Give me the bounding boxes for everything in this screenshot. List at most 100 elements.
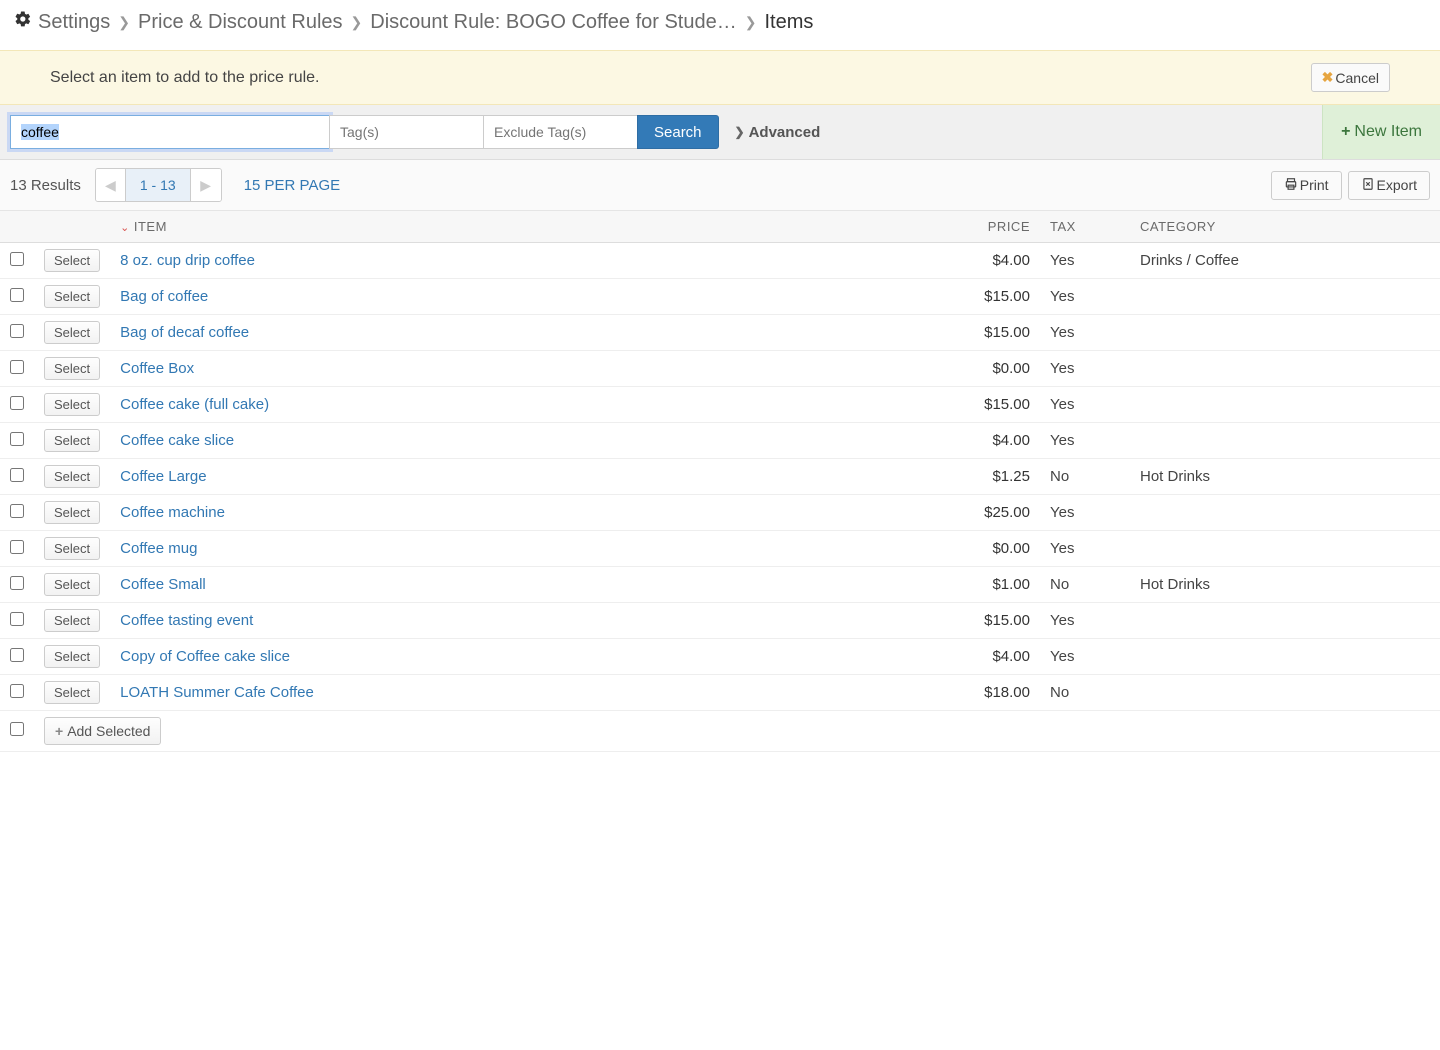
select-all-checkbox[interactable] (10, 722, 24, 736)
tags-input[interactable] (329, 115, 484, 149)
breadcrumb-settings[interactable]: Settings (38, 11, 110, 34)
item-link[interactable]: Bag of decaf coffee (120, 324, 249, 341)
item-link[interactable]: Bag of coffee (120, 288, 208, 305)
item-link[interactable]: Coffee cake (full cake) (120, 396, 269, 413)
row-checkbox[interactable] (10, 576, 24, 590)
item-tax: Yes (1040, 279, 1130, 315)
item-link[interactable]: Coffee tasting event (120, 612, 253, 629)
select-row-button[interactable]: Select (44, 681, 100, 704)
select-row-button[interactable]: Select (44, 501, 100, 524)
item-category (1130, 279, 1440, 315)
row-checkbox[interactable] (10, 252, 24, 266)
col-tax[interactable]: TAX (1040, 211, 1130, 243)
item-link[interactable]: Coffee Small (120, 576, 206, 593)
item-price: $0.00 (940, 351, 1040, 387)
item-price: $1.00 (940, 567, 1040, 603)
row-checkbox[interactable] (10, 612, 24, 626)
select-row-button[interactable]: Select (44, 429, 100, 452)
pager: ◀ 1 - 13 ▶ (95, 168, 222, 202)
item-link[interactable]: LOATH Summer Cafe Coffee (120, 684, 314, 701)
new-item-button[interactable]: +New Item (1322, 105, 1440, 159)
table-row: SelectCoffee machine$25.00Yes (0, 495, 1440, 531)
page-next-button[interactable]: ▶ (191, 169, 221, 201)
per-page-select[interactable]: 15 PER PAGE (244, 177, 340, 194)
select-row-button[interactable]: Select (44, 573, 100, 596)
item-link[interactable]: Coffee cake slice (120, 432, 234, 449)
select-row-button[interactable]: Select (44, 465, 100, 488)
select-row-button[interactable]: Select (44, 609, 100, 632)
item-category (1130, 531, 1440, 567)
item-tax: Yes (1040, 387, 1130, 423)
item-link[interactable]: Coffee Large (120, 468, 206, 485)
row-checkbox[interactable] (10, 684, 24, 698)
col-item-label: ITEM (134, 219, 167, 234)
select-row-button[interactable]: Select (44, 249, 100, 272)
item-link[interactable]: Coffee mug (120, 540, 197, 557)
breadcrumb-rules[interactable]: Price & Discount Rules (138, 11, 343, 34)
table-row: SelectBag of coffee$15.00Yes (0, 279, 1440, 315)
export-icon (1361, 177, 1375, 194)
print-button[interactable]: Print (1271, 171, 1342, 200)
print-icon (1284, 177, 1298, 194)
row-checkbox[interactable] (10, 324, 24, 338)
page-prev-button[interactable]: ◀ (96, 169, 126, 201)
add-selected-button[interactable]: +Add Selected (44, 717, 161, 745)
row-checkbox[interactable] (10, 468, 24, 482)
info-bar: Select an item to add to the price rule.… (0, 50, 1440, 105)
table-row: Select LOATH Summer Cafe Coffee $18.00No (0, 675, 1440, 711)
chevron-right-icon: ❯ (118, 14, 130, 31)
table-row: SelectBag of decaf coffee$15.00Yes (0, 315, 1440, 351)
item-category (1130, 315, 1440, 351)
advanced-toggle[interactable]: ❯ Advanced (719, 115, 837, 149)
select-row-button[interactable]: Select (44, 357, 100, 380)
item-price: $1.25 (940, 459, 1040, 495)
table-row: Select8 oz. cup drip coffee$4.00YesDrink… (0, 243, 1440, 279)
item-category (1130, 495, 1440, 531)
select-row-button[interactable]: Select (44, 645, 100, 668)
col-item[interactable]: ⌄ ITEM (110, 211, 940, 243)
sort-caret-icon: ⌄ (120, 222, 130, 234)
row-checkbox[interactable] (10, 540, 24, 554)
item-price: $15.00 (940, 603, 1040, 639)
print-label: Print (1300, 177, 1329, 193)
chevron-right-icon: ❯ (735, 125, 745, 139)
select-row-button[interactable]: Select (44, 393, 100, 416)
item-tax: Yes (1040, 639, 1130, 675)
table-row: SelectCoffee cake (full cake)$15.00Yes (0, 387, 1440, 423)
item-link[interactable]: Coffee machine (120, 504, 225, 521)
row-checkbox[interactable] (10, 504, 24, 518)
item-category: Drinks / Coffee (1130, 243, 1440, 279)
item-link[interactable]: Coffee Box (120, 360, 194, 377)
select-row-button[interactable]: Select (44, 321, 100, 344)
search-input[interactable] (10, 115, 330, 149)
row-checkbox[interactable] (10, 360, 24, 374)
gear-icon (14, 10, 32, 34)
row-checkbox[interactable] (10, 396, 24, 410)
item-tax: Yes (1040, 243, 1130, 279)
footer-row: +Add Selected (0, 711, 1440, 752)
row-checkbox[interactable] (10, 648, 24, 662)
item-price: $18.00 (940, 675, 1040, 711)
item-link[interactable]: Copy of Coffee cake slice (120, 648, 290, 665)
table-row: SelectCoffee mug$0.00Yes (0, 531, 1440, 567)
row-checkbox[interactable] (10, 288, 24, 302)
search-bar: Search ❯ Advanced +New Item (0, 105, 1440, 160)
chevron-right-icon: ❯ (745, 14, 757, 31)
exclude-tags-input[interactable] (483, 115, 638, 149)
breadcrumb-rule[interactable]: Discount Rule: BOGO Coffee for Stude… (370, 11, 736, 34)
export-button[interactable]: Export (1348, 171, 1430, 200)
select-row-button[interactable]: Select (44, 537, 100, 560)
search-button[interactable]: Search (637, 115, 719, 149)
item-tax: No (1040, 459, 1130, 495)
item-tax: No (1040, 567, 1130, 603)
item-tax: Yes (1040, 531, 1130, 567)
item-tax: No (1040, 675, 1130, 711)
col-price[interactable]: PRICE (940, 211, 1040, 243)
row-checkbox[interactable] (10, 432, 24, 446)
cancel-button[interactable]: ✖Cancel (1311, 63, 1390, 92)
item-category (1130, 603, 1440, 639)
col-category[interactable]: CATEGORY (1130, 211, 1440, 243)
select-row-button[interactable]: Select (44, 285, 100, 308)
page-range[interactable]: 1 - 13 (126, 169, 191, 201)
item-link[interactable]: 8 oz. cup drip coffee (120, 252, 255, 269)
